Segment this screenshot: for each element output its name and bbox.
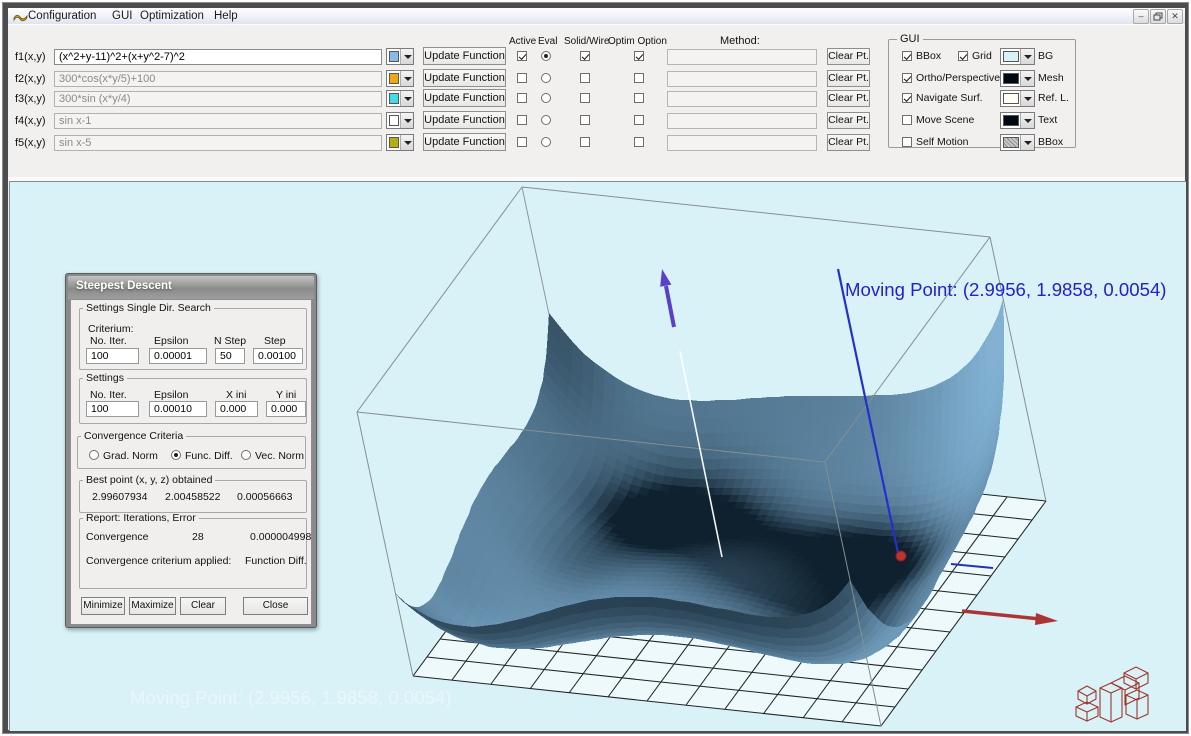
svg-text:Moving Point: (2.9956, 1.9858,: Moving Point: (2.9956, 1.9858, 0.0054) [845, 279, 1166, 300]
svg-text:Moving Point: (2.9956, 1.9858,: Moving Point: (2.9956, 1.9858, 0.0054) [130, 687, 451, 708]
